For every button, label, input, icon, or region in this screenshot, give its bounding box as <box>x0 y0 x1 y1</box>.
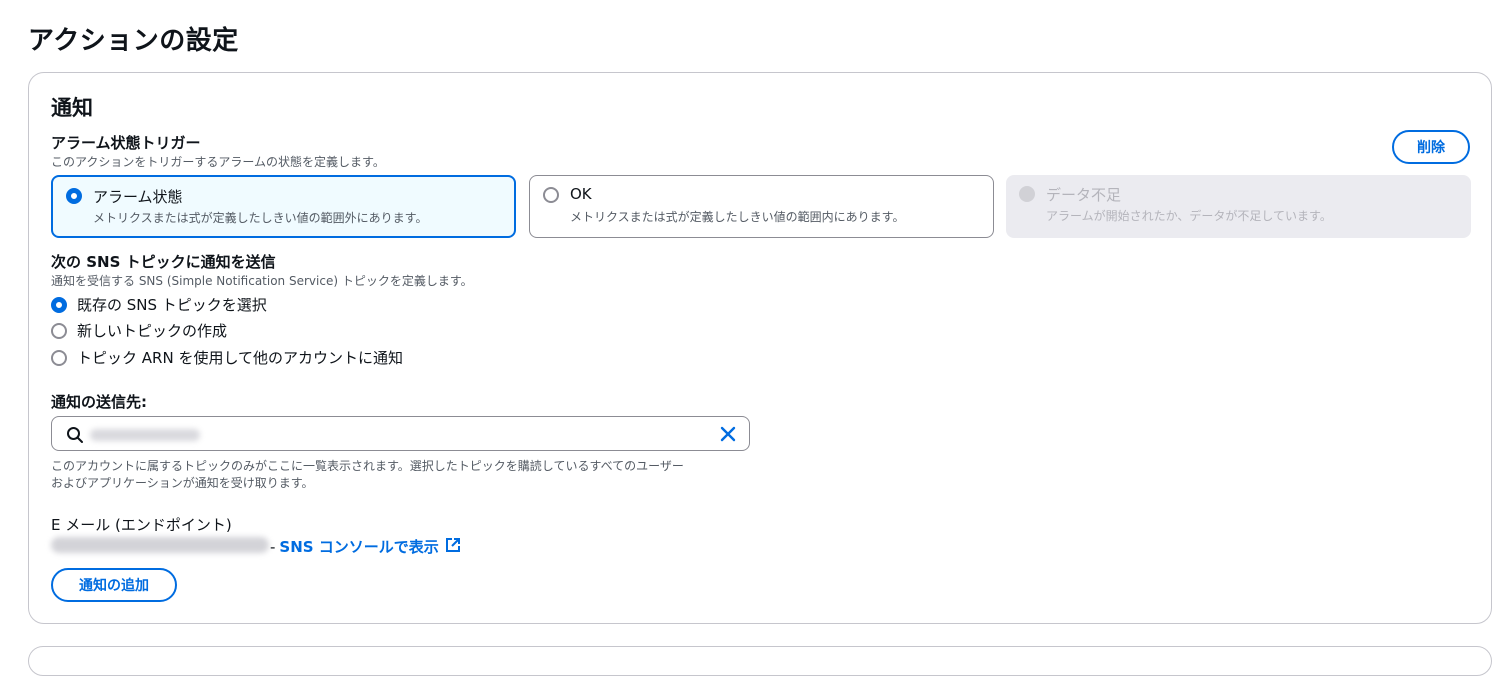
email-link-row: - SNS コンソールで表示 <box>270 536 461 557</box>
option-label: 新しいトピックの作成 <box>77 322 228 340</box>
page-title: アクションの設定 <box>28 26 239 56</box>
tile-insufficient-data: データ不足 アラームが開始されたか、データが不足しています。 <box>1006 175 1471 238</box>
search-icon <box>66 426 84 448</box>
tile-description: メトリクスまたは式が定義したしきい値の範囲外にあります。 <box>93 211 428 225</box>
tile-description: アラームが開始されたか、データが不足しています。 <box>1046 209 1332 223</box>
sns-option-new[interactable]: 新しいトピックの作成 <box>51 320 227 341</box>
tile-description: メトリクスまたは式が定義したしきい値の範囲内にあります。 <box>570 210 905 224</box>
radio-topic-arn[interactable] <box>51 349 67 366</box>
destination-hint-2: およびアプリケーションが通知を受け取ります。 <box>51 476 314 490</box>
separator: - <box>270 537 276 556</box>
tile-title: アラーム状態 <box>93 188 183 206</box>
radio-existing-topic[interactable] <box>51 296 67 313</box>
trigger-description: このアクションをトリガーするアラームの状態を定義します。 <box>51 155 385 169</box>
tile-ok[interactable]: OK メトリクスまたは式が定義したしきい値の範囲内にあります。 <box>529 175 994 238</box>
option-label: トピック ARN を使用して他のアカウントに通知 <box>77 349 403 367</box>
destination-hint-1: このアカウントに属するトピックのみがここに一覧表示されます。選択したトピックを購… <box>51 459 684 473</box>
tile-title: OK <box>570 185 592 203</box>
topic-search-input[interactable] <box>51 416 750 451</box>
radio-insufficient-data <box>1019 186 1035 202</box>
delete-button[interactable]: 削除 <box>1392 130 1470 164</box>
trigger-label: アラーム状態トリガー <box>51 134 201 152</box>
clear-icon[interactable] <box>719 425 737 447</box>
sns-option-arn[interactable]: トピック ARN を使用して他のアカウントに通知 <box>51 347 403 368</box>
sns-description: 通知を受信する SNS (Simple Notification Service… <box>51 274 473 288</box>
radio-new-topic[interactable] <box>51 322 67 339</box>
external-link-icon[interactable] <box>445 537 461 557</box>
option-label: 既存の SNS トピックを選択 <box>77 296 267 314</box>
tile-title: データ不足 <box>1046 186 1122 204</box>
sns-option-existing[interactable]: 既存の SNS トピックを選択 <box>51 294 267 315</box>
email-label: E メール (エンドポイント) <box>51 516 232 534</box>
email-value-redacted <box>51 537 269 553</box>
search-value-redacted <box>90 429 200 441</box>
radio-ok[interactable] <box>543 187 559 203</box>
sns-console-link[interactable]: SNS コンソールで表示 <box>279 536 438 557</box>
destination-label: 通知の送信先: <box>51 393 147 411</box>
radio-alarm-state[interactable] <box>66 188 82 204</box>
sns-label: 次の SNS トピックに通知を送信 <box>51 253 276 271</box>
add-notification-button[interactable]: 通知の追加 <box>51 568 177 602</box>
tile-alarm-state[interactable]: アラーム状態 メトリクスまたは式が定義したしきい値の範囲外にあります。 <box>51 175 516 238</box>
section-title: 通知 <box>51 96 93 120</box>
